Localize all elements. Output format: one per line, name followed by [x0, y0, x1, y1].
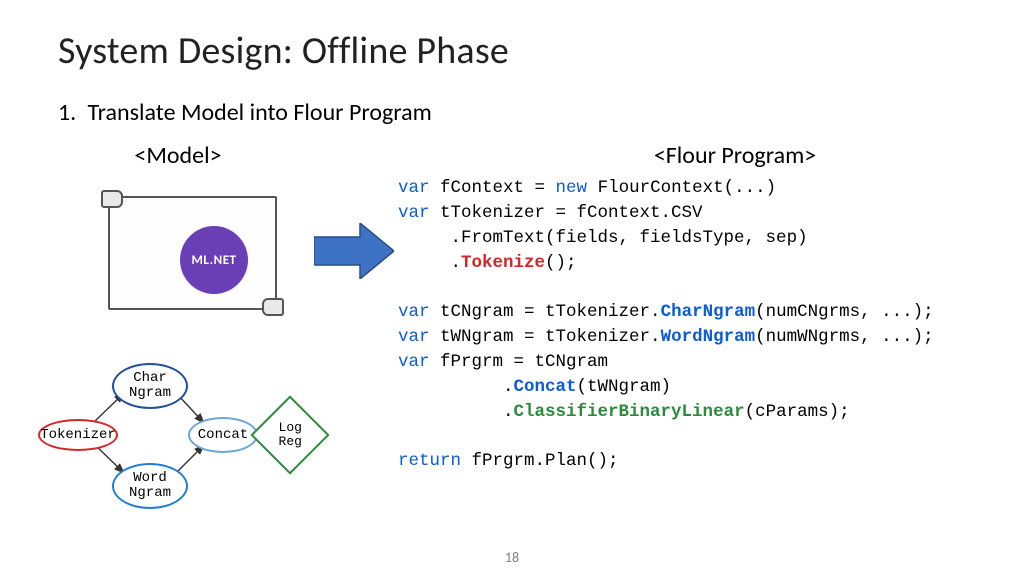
code-block: var fContext = new FlourContext(...) var…	[398, 176, 982, 474]
slide: System Design: Offline Phase 1. Translat…	[0, 0, 1024, 576]
node-concat: Concat	[188, 417, 258, 453]
node-tokenizer: Tokenizer	[38, 419, 118, 451]
mlnet-badge: ML.NET	[180, 226, 248, 294]
node-char-ngram: Char Ngram	[112, 363, 188, 409]
left-column: <Model> ML.NET	[58, 141, 408, 521]
content-columns: <Model> ML.NET	[58, 141, 982, 521]
model-card: ML.NET	[108, 196, 277, 310]
slide-subtitle: 1. Translate Model into Flour Program	[58, 98, 982, 127]
subtitle-number: 1.	[58, 98, 82, 127]
scroll-bottom-icon	[262, 298, 284, 316]
node-word-ngram: Word Ngram	[112, 463, 188, 509]
page-number: 18	[0, 549, 1024, 566]
subtitle-text: Translate Model into Flour Program	[87, 98, 431, 127]
flour-heading: <Flour Program>	[488, 141, 982, 170]
mlnet-label: ML.NET	[192, 253, 237, 268]
right-column: <Flour Program> var fContext = new Flour…	[408, 141, 982, 474]
scroll-top-icon	[101, 190, 123, 208]
slide-title: System Design: Offline Phase	[58, 28, 982, 74]
pipeline-diagram: Tokenizer Char Ngram Word Ngram Concat L…	[38, 351, 338, 501]
model-heading: <Model>	[78, 141, 278, 170]
arrow-right-icon	[314, 223, 394, 279]
